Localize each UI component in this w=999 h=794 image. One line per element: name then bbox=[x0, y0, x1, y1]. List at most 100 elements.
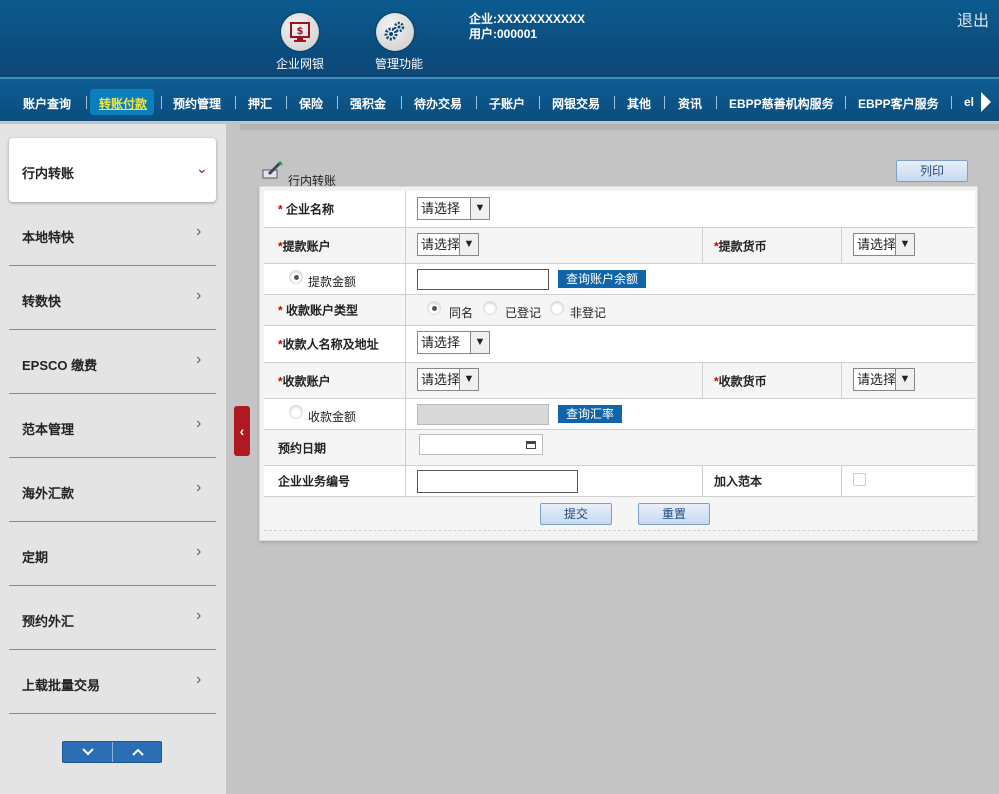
payee-type-radio-registered[interactable] bbox=[483, 301, 497, 315]
payee-currency-select[interactable]: 请选择 ▼ bbox=[853, 368, 915, 391]
header-bar: $ 企业网银 管理功能 企业:XXXXXXXXXXX 用户:000001 退出 bbox=[0, 0, 999, 77]
chevron-right-icon: › bbox=[196, 607, 202, 624]
menu-item-pending-tx[interactable]: 待办交易 bbox=[414, 95, 462, 112]
menu-item-ebpp-charity[interactable]: EBPP慈善机构服务 bbox=[729, 95, 834, 112]
payee-type-radio-same[interactable] bbox=[427, 301, 441, 315]
sidebar-item-epsco[interactable]: EPSCO 缴费 › bbox=[9, 330, 216, 394]
label-cell: 收款金额 bbox=[264, 399, 406, 429]
menu-item-mpf[interactable]: 强积金 bbox=[350, 95, 386, 112]
menu-item-other[interactable]: 其他 bbox=[627, 95, 651, 112]
form-row-company: * 企业名称 请选择 ▼ bbox=[264, 191, 975, 228]
sidebar-pager bbox=[62, 741, 162, 763]
sidebar-item-label: 海外汇款 bbox=[22, 486, 75, 501]
payee-type-label: * 收款账户类型 bbox=[278, 303, 359, 318]
label-cell: 企业业务编号 bbox=[264, 466, 406, 496]
calendar-icon[interactable] bbox=[526, 441, 536, 449]
chevron-down-icon: ▼ bbox=[470, 198, 489, 219]
withdraw-account-select[interactable]: 请选择 ▼ bbox=[417, 233, 479, 256]
sidebar-collapse-button[interactable]: ‹ bbox=[234, 406, 250, 456]
reset-button[interactable]: 重置 bbox=[638, 503, 710, 525]
menu-item-account-inquiry[interactable]: 账户查询 bbox=[23, 95, 71, 112]
chevron-left-icon: ‹ bbox=[239, 423, 245, 439]
menu-item-online-tx[interactable]: 网银交易 bbox=[552, 95, 600, 112]
withdraw-currency-select[interactable]: 请选择 ▼ bbox=[853, 233, 915, 256]
sidebar-item-label: EPSCO 缴费 bbox=[22, 358, 98, 373]
label-cell: 加入范本 bbox=[702, 466, 842, 496]
menu-separator bbox=[845, 96, 846, 109]
chevron-right-icon: › bbox=[196, 543, 202, 560]
business-ref-input[interactable] bbox=[417, 470, 578, 493]
sidebar-item-local-express[interactable]: 本地特快 › bbox=[9, 202, 216, 266]
logout-link[interactable]: 退出 bbox=[957, 7, 989, 31]
menu-item-news[interactable]: 资讯 bbox=[678, 95, 702, 112]
sidebar-item-intrabank-transfer[interactable]: 行内转账 ⌄ bbox=[9, 138, 216, 202]
chevron-right-icon: › bbox=[196, 479, 202, 496]
chevron-right-icon: › bbox=[196, 415, 202, 432]
sidebar-item-templates[interactable]: 范本管理 › bbox=[9, 394, 216, 458]
menu-item-sub-account[interactable]: 子账户 bbox=[489, 95, 525, 112]
payee-amount-input[interactable] bbox=[417, 404, 549, 425]
payee-name-address-select[interactable]: 请选择 ▼ bbox=[417, 331, 490, 354]
chevron-up-icon[interactable] bbox=[113, 742, 162, 762]
menu-item-booking-management[interactable]: 预约管理 bbox=[173, 95, 221, 112]
chevron-down-icon: ▼ bbox=[470, 332, 489, 353]
monitor-dollar-icon[interactable]: $ bbox=[281, 13, 319, 51]
menu-item-bills[interactable]: 押汇 bbox=[248, 95, 272, 112]
payee-account-select[interactable]: 请选择 ▼ bbox=[417, 368, 479, 391]
payee-type-radio-unregistered[interactable] bbox=[550, 301, 564, 315]
label-cell: *提款账户 bbox=[264, 228, 406, 263]
company-name-select[interactable]: 请选择 ▼ bbox=[417, 197, 490, 220]
sidebar-item-batch-upload[interactable]: 上载批量交易 › bbox=[9, 650, 216, 714]
chevron-right-icon: › bbox=[196, 351, 202, 368]
sidebar-item-overseas-remittance[interactable]: 海外汇款 › bbox=[9, 458, 216, 522]
sidebar-item-fps[interactable]: 转数快 › bbox=[9, 266, 216, 330]
payee-type-option-label: 非登记 bbox=[570, 306, 607, 320]
sidebar-item-label: 行内转账 bbox=[22, 166, 75, 181]
chevron-down-icon: ▼ bbox=[895, 369, 914, 390]
sidebar-item-time-deposit[interactable]: 定期 › bbox=[9, 522, 216, 586]
business-ref-label: 企业业务编号 bbox=[278, 474, 351, 489]
submit-button[interactable]: 提交 bbox=[540, 503, 612, 525]
payee-amount-radio[interactable] bbox=[289, 405, 303, 419]
menu-item-transfer-payment[interactable]: 转账付款 bbox=[99, 95, 147, 112]
menu-item-insurance[interactable]: 保险 bbox=[299, 95, 323, 112]
company-name-label: * 企业名称 bbox=[278, 202, 335, 217]
payee-currency-label: *收款货币 bbox=[714, 374, 767, 388]
menu-separator bbox=[235, 96, 236, 109]
label-cell: 预约日期 bbox=[264, 430, 406, 465]
menu-separator bbox=[476, 96, 477, 109]
sidebar-item-label: 本地特快 bbox=[22, 230, 75, 245]
menu-item-ebpp-customer[interactable]: EBPP客户服务 bbox=[858, 95, 939, 112]
chevron-down-icon: ▼ bbox=[459, 369, 478, 390]
admin-functions-label[interactable]: 管理功能 bbox=[354, 55, 444, 72]
print-button[interactable]: 列印 bbox=[896, 160, 968, 182]
form-row-business-ref: 企业业务编号 加入范本 bbox=[264, 466, 975, 497]
withdraw-account-label: *提款账户 bbox=[278, 239, 331, 253]
chevron-down-icon: ▼ bbox=[459, 234, 478, 255]
label-cell: *收款货币 bbox=[702, 363, 842, 398]
menu-scroll-right-icon[interactable] bbox=[981, 92, 991, 112]
corp-banking-label[interactable]: 企业网银 bbox=[255, 55, 345, 72]
booking-date-input[interactable] bbox=[419, 434, 543, 455]
form-row-withdraw-amount: 提款金额 查询账户余额 bbox=[264, 264, 975, 295]
sidebar-item-forex-booking[interactable]: 预约外汇 › bbox=[9, 586, 216, 650]
form-row-payee-name: *收款人名称及地址 请选择 ▼ bbox=[264, 326, 975, 363]
gears-icon[interactable] bbox=[376, 13, 414, 51]
form-row-payee-account: *收款账户 请选择 ▼ *收款货币 请选择 ▼ bbox=[264, 363, 975, 399]
main-top-strip bbox=[240, 124, 999, 130]
withdraw-amount-radio[interactable] bbox=[289, 270, 303, 284]
edit-pen-icon bbox=[261, 160, 285, 185]
menu-item-truncated[interactable]: el bbox=[964, 95, 978, 109]
withdraw-amount-input[interactable] bbox=[417, 269, 549, 290]
query-rate-button[interactable]: 查询汇率 bbox=[558, 405, 623, 423]
enterprise-user-info: 企业:XXXXXXXXXXX 用户:000001 bbox=[469, 12, 585, 42]
menu-separator bbox=[286, 96, 287, 109]
chevron-down-icon[interactable] bbox=[63, 742, 112, 762]
query-balance-button[interactable]: 查询账户余额 bbox=[558, 270, 647, 288]
enterprise-line: 企业:XXXXXXXXXXX bbox=[469, 12, 586, 26]
add-template-checkbox[interactable] bbox=[853, 473, 866, 486]
payee-account-label: *收款账户 bbox=[278, 374, 331, 388]
payee-type-option-label: 同名 bbox=[449, 306, 474, 320]
sidebar-item-label: 转数快 bbox=[22, 294, 62, 309]
label-cell: * 企业名称 bbox=[264, 191, 406, 227]
